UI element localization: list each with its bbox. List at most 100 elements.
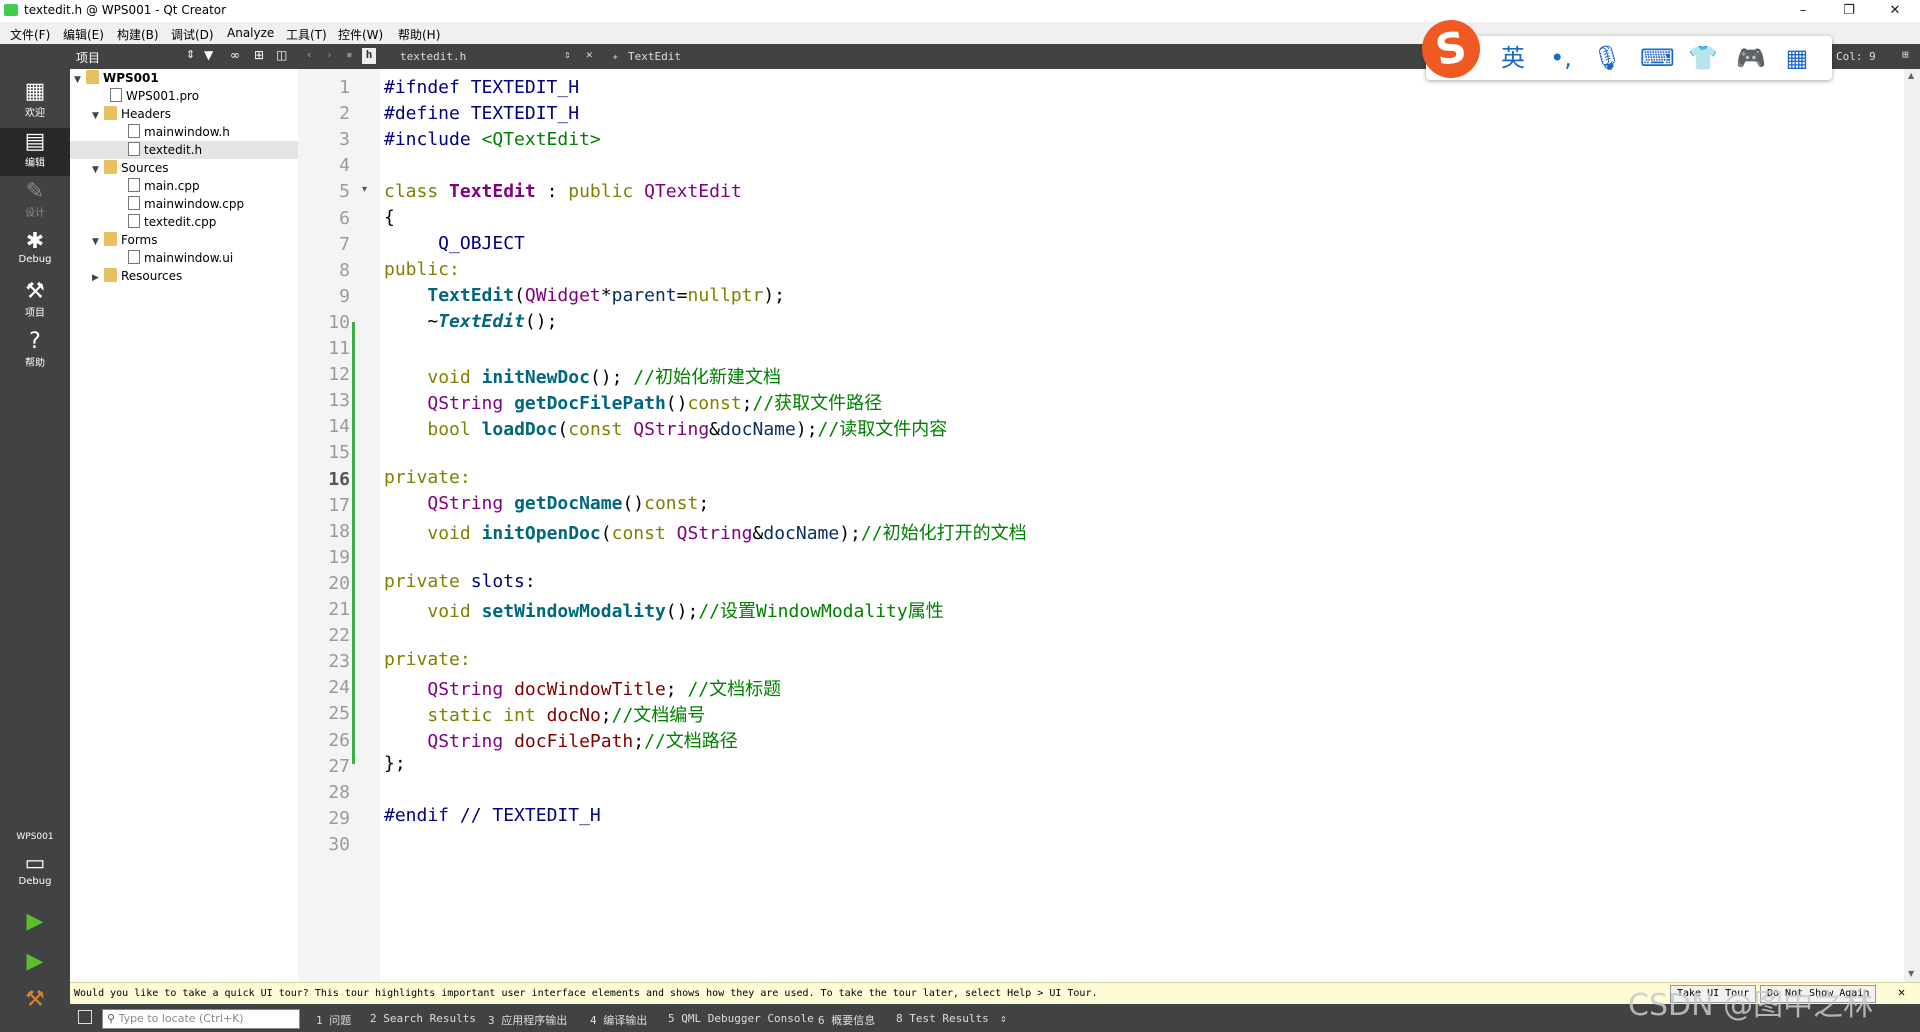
hammer-icon: ⚒ bbox=[25, 987, 45, 1012]
collapse-arrow-icon[interactable]: ▼ bbox=[92, 107, 104, 125]
split-icon[interactable]: ⊞ bbox=[254, 48, 264, 62]
collapse-arrow-icon[interactable]: ▼ bbox=[92, 161, 104, 179]
projects-view-selector[interactable]: 项目 bbox=[76, 49, 100, 66]
keyboard-icon[interactable]: ⌨ bbox=[1640, 44, 1675, 72]
menu-debug[interactable]: 调试(D) bbox=[171, 26, 214, 43]
pane-tab-test-results[interactable]: 8 Test Results bbox=[896, 1012, 989, 1025]
mode-label: 编辑 bbox=[25, 158, 45, 169]
line-number: 25 bbox=[328, 703, 350, 725]
close-button[interactable]: ✕ bbox=[1872, 0, 1918, 22]
menu-analyze[interactable]: Analyze bbox=[227, 26, 274, 40]
menu-tools[interactable]: 工具(T) bbox=[286, 26, 327, 43]
close-infobar-icon[interactable]: ✕ bbox=[1898, 985, 1905, 999]
open-file-tab[interactable]: textedit.h bbox=[400, 50, 466, 63]
tree-item-root[interactable]: ▼ WPS001 bbox=[74, 69, 159, 87]
menu-build[interactable]: 构建(B) bbox=[117, 26, 159, 43]
mode-edit[interactable]: ▤ 编辑 bbox=[0, 128, 70, 176]
tree-item-forms[interactable]: ▼ Forms bbox=[92, 231, 157, 249]
scroll-up-icon[interactable]: ▲ bbox=[1908, 71, 1914, 80]
symbol-selector[interactable]: TextEdit bbox=[628, 50, 681, 63]
mode-label: 欢迎 bbox=[25, 108, 45, 119]
pane-tab-compile-output[interactable]: 4 编译输出 bbox=[590, 1012, 647, 1028]
mode-design[interactable]: ✎ 设计 bbox=[0, 180, 70, 226]
back-icon[interactable]: ‹ bbox=[306, 48, 313, 61]
menu-help[interactable]: 帮助(H) bbox=[398, 26, 440, 43]
ime-toolbar: S 英 •, 🎙 ⌨ 👕 🎮 ▦ bbox=[1417, 15, 1832, 83]
tree-item-resources[interactable]: ▶ Resources bbox=[92, 267, 182, 285]
skin-shirt-icon[interactable]: 👕 bbox=[1688, 44, 1718, 72]
kit-selector[interactable]: ▭ Debug bbox=[0, 852, 70, 900]
line-number: 18 bbox=[328, 520, 350, 542]
locator-input[interactable]: ⚲ Type to locate (Ctrl+K) bbox=[102, 1009, 300, 1029]
gamepad-icon[interactable]: 🎮 bbox=[1736, 44, 1766, 72]
mode-projects[interactable]: ⚒ 项目 bbox=[0, 280, 70, 326]
tree-item-mainwindow-cpp[interactable]: mainwindow.cpp bbox=[128, 195, 244, 213]
line-number: 14 bbox=[328, 416, 350, 438]
vertical-scrollbar[interactable]: ▲ ▼ bbox=[1904, 69, 1920, 982]
pane-tab-general-messages[interactable]: 6 概要信息 bbox=[818, 1012, 875, 1028]
close-pane-icon[interactable]: ◫ bbox=[276, 48, 287, 62]
code-line-6: { bbox=[384, 207, 395, 228]
code-line-3: #include <QTextEdit> bbox=[384, 129, 601, 150]
chevron-updown-icon[interactable]: ⇕ bbox=[1000, 1012, 1007, 1025]
grid-icon: ▦ bbox=[24, 79, 46, 104]
locator-placeholder: Type to locate (Ctrl+K) bbox=[118, 1012, 244, 1025]
tree-label: textedit.cpp bbox=[144, 215, 217, 229]
fold-arrow-icon[interactable]: ▾ bbox=[362, 184, 367, 195]
monitor-icon: ▭ bbox=[24, 851, 46, 876]
menu-file[interactable]: 文件(F) bbox=[10, 26, 50, 43]
run-button[interactable]: ▶ bbox=[0, 910, 70, 942]
menu-widgets[interactable]: 控件(W) bbox=[338, 26, 383, 43]
tree-item-headers[interactable]: ▼ Headers bbox=[92, 105, 171, 123]
toolbox-grid-icon[interactable]: ▦ bbox=[1782, 44, 1812, 72]
code-editor[interactable]: #ifndef TEXTEDIT_H #define TEXTEDIT_H #i… bbox=[380, 69, 1904, 982]
code-line-18: void initOpenDoc(const QString&docName);… bbox=[427, 523, 1027, 544]
wrench-icon: ⚒ bbox=[25, 279, 45, 304]
forward-icon[interactable]: › bbox=[326, 48, 333, 61]
maximize-button[interactable]: ❐ bbox=[1826, 0, 1872, 22]
chevron-updown-icon[interactable]: ⇕ bbox=[186, 48, 195, 61]
pane-tab-issues[interactable]: 1 问题 bbox=[316, 1012, 351, 1028]
collapse-arrow-icon[interactable]: ▼ bbox=[74, 71, 86, 89]
toggle-sidebar-icon[interactable] bbox=[78, 1010, 92, 1024]
mode-help[interactable]: ? 帮助 bbox=[0, 330, 70, 376]
debug-run-button[interactable]: ▶ bbox=[0, 950, 70, 982]
code-line-20: private slots: bbox=[384, 571, 536, 592]
tree-item-textedit-cpp[interactable]: textedit.cpp bbox=[128, 213, 216, 231]
link-icon[interactable]: ∞ bbox=[230, 48, 240, 62]
filter-icon[interactable]: ▼ bbox=[204, 48, 213, 62]
code-line-14: bool loadDoc(const QString&docName);//读取… bbox=[427, 419, 948, 440]
minimize-button[interactable]: – bbox=[1780, 0, 1826, 22]
close-file-icon[interactable]: ✕ bbox=[586, 48, 593, 61]
line-number: 2 bbox=[339, 103, 350, 125]
menu-edit[interactable]: 编辑(E) bbox=[63, 26, 104, 43]
tree-item-pro[interactable]: WPS001.pro bbox=[110, 87, 199, 105]
split-icon[interactable]: ⊞ bbox=[1902, 48, 1909, 61]
pane-tab-qml-debugger[interactable]: 5 QML Debugger Console bbox=[668, 1012, 814, 1025]
scroll-down-icon[interactable]: ▼ bbox=[1908, 969, 1914, 978]
projects-pane-header: 项目 ⇕ ▼ ∞ ⊞ ◫ bbox=[70, 44, 298, 69]
tree-item-sources[interactable]: ▼ Sources bbox=[92, 159, 168, 177]
folder-icon bbox=[104, 160, 117, 174]
mode-debug[interactable]: ✱ Debug bbox=[0, 230, 70, 276]
expand-arrow-icon[interactable]: ▶ bbox=[92, 269, 104, 287]
tree-item-mainwindow-h[interactable]: mainwindow.h bbox=[128, 123, 230, 141]
tree-item-mainwindow-ui[interactable]: mainwindow.ui bbox=[128, 249, 233, 267]
lock-icon: ▪ bbox=[346, 48, 353, 61]
pane-tab-application-output[interactable]: 3 应用程序输出 bbox=[488, 1012, 567, 1028]
pane-tab-search-results[interactable]: 2 Search Results bbox=[370, 1012, 476, 1025]
tree-item-textedit-h[interactable]: textedit.h bbox=[70, 141, 298, 159]
ime-punctuation-toggle[interactable]: •, bbox=[1546, 44, 1576, 72]
chevron-updown-icon[interactable]: ⇕ bbox=[564, 48, 571, 61]
microphone-icon[interactable]: 🎙 bbox=[1592, 44, 1622, 72]
tree-item-main-cpp[interactable]: main.cpp bbox=[128, 177, 200, 195]
line-number: 5 bbox=[339, 181, 350, 203]
line-number-gutter: 1 2 3 4 5 6 7 8 9 10 11 12 13 14 15 16 17 18 19 20 21 22 23 24 2… bbox=[298, 69, 380, 982]
collapse-arrow-icon[interactable]: ▼ bbox=[92, 233, 104, 251]
line-number: 12 bbox=[328, 364, 350, 386]
title-bar: textedit.h @ WPS001 - Qt Creator – ❐ ✕ bbox=[0, 0, 1920, 22]
build-button[interactable]: ⚒ bbox=[0, 988, 70, 1020]
ime-language-toggle[interactable]: 英 bbox=[1498, 44, 1528, 72]
line-number: 23 bbox=[328, 651, 350, 673]
mode-welcome[interactable]: ▦ 欢迎 bbox=[0, 80, 70, 126]
